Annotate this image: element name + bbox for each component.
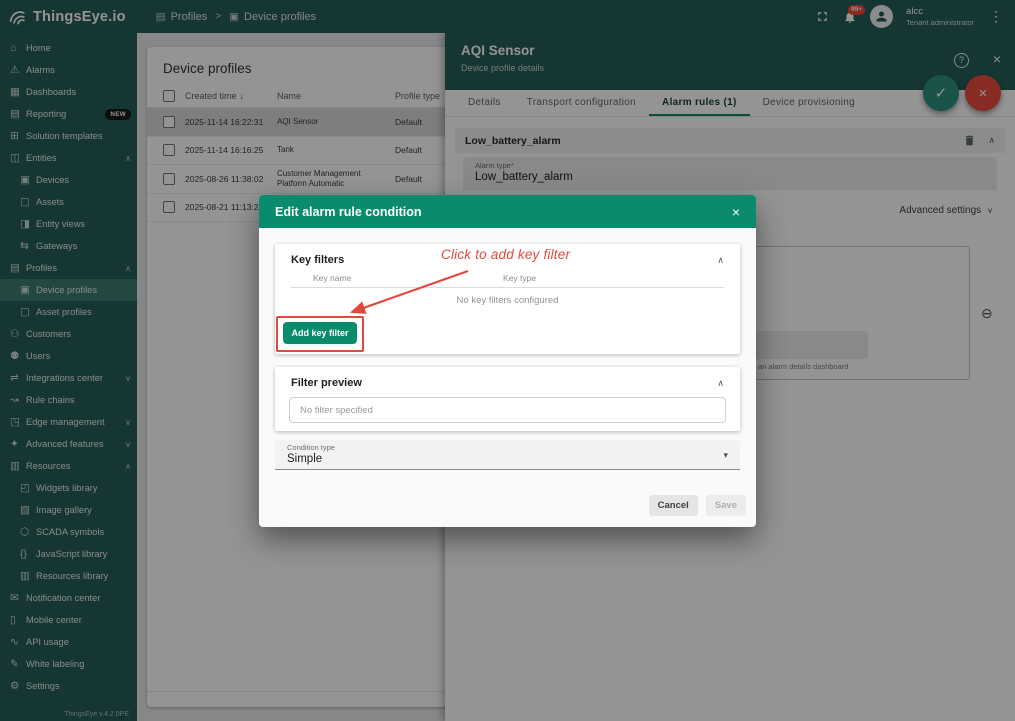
dropdown-caret-icon: ▾ (723, 450, 728, 461)
save-button[interactable]: Save (706, 495, 746, 516)
collapse-icon[interactable]: ∧ (717, 378, 724, 389)
filter-preview-card: Filter preview ∧ No filter specified (275, 367, 740, 431)
annotation-text: Click to add key filter (441, 247, 570, 262)
filter-preview-input[interactable]: No filter specified (289, 397, 726, 423)
dialog-close-icon[interactable]: × (732, 204, 740, 220)
dialog-body: Key filters ∧ Key name Key type No key f… (259, 228, 756, 527)
field-label: Condition type (287, 443, 728, 452)
selected-value: Simple (287, 453, 728, 465)
dialog-title: Edit alarm rule condition (275, 205, 422, 219)
placeholder-text: No filter specified (300, 405, 373, 416)
column-key-type: Key type (503, 273, 536, 283)
filter-preview-header: Filter preview ∧ (275, 367, 740, 389)
key-filters-title: Key filters (291, 254, 344, 266)
annotation-arrow (340, 266, 476, 320)
filter-preview-title: Filter preview (291, 377, 362, 389)
condition-type-select[interactable]: Condition type Simple ▾ (275, 440, 740, 470)
dialog-actions: Cancel Save (649, 495, 746, 516)
annotation-highlight-rect (276, 316, 364, 352)
dialog-header: Edit alarm rule condition × (259, 195, 756, 228)
edit-alarm-rule-condition-dialog: Edit alarm rule condition × Key filters … (259, 195, 756, 527)
app-root: ThingsEye.io ▤ Profiles > ▣ Device profi… (0, 0, 1015, 721)
cancel-button[interactable]: Cancel (649, 495, 698, 516)
collapse-icon[interactable]: ∧ (717, 255, 724, 266)
